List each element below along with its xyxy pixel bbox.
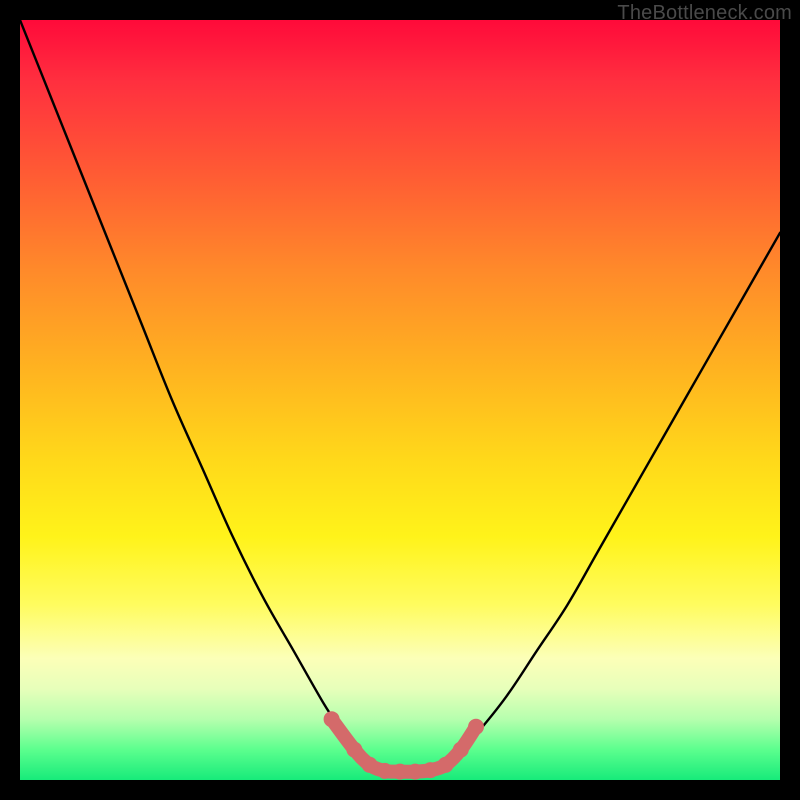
curves-layer (20, 20, 780, 780)
plot-area (20, 20, 780, 780)
valley-dot (392, 764, 408, 780)
valley-dot (468, 719, 484, 735)
valley-dot (377, 763, 393, 779)
valley-dot (324, 711, 340, 727)
valley-dot (422, 762, 438, 778)
right-curve (446, 233, 780, 765)
valley-dot (407, 764, 423, 780)
valley-dot (362, 757, 378, 773)
valley-dot (453, 742, 469, 758)
watermark-text: TheBottleneck.com (617, 2, 792, 25)
chart-frame: TheBottleneck.com (0, 0, 800, 800)
valley-dot (438, 757, 454, 773)
left-curve (20, 20, 370, 765)
valley-dots (324, 711, 484, 779)
valley-dot (346, 742, 362, 758)
